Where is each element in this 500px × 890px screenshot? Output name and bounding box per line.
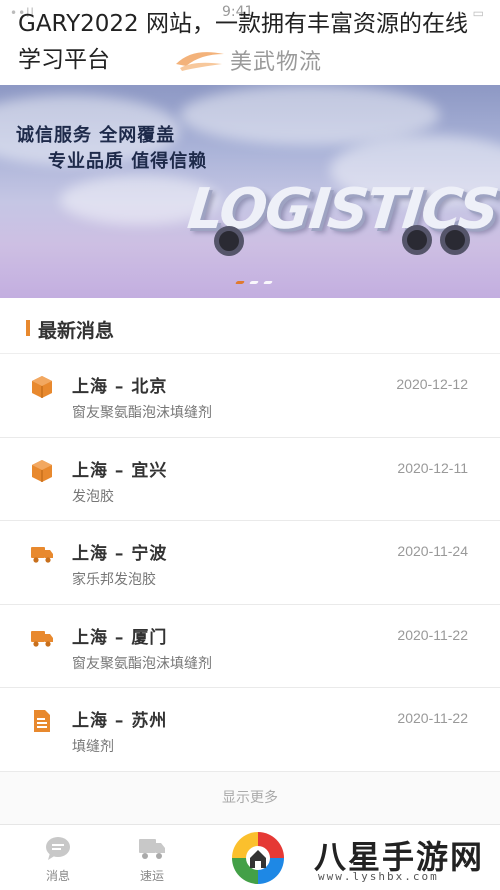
- document-icon: [34, 710, 50, 732]
- truck-icon: [139, 839, 165, 859]
- app-header: ••ll 9:41 ▭ 美武物流 GARY2022 网站，一款拥有丰富资源的在线…: [0, 0, 500, 85]
- news-description: 填缝剂: [72, 739, 114, 755]
- news-date: 2020-11-24: [397, 543, 468, 559]
- section-accent-bar: [26, 320, 30, 336]
- news-description: 窗友聚氨酯泡沫填缝剂: [72, 405, 212, 421]
- news-item[interactable]: 上海 – 宜兴 发泡胶 2020-12-11: [0, 438, 500, 521]
- wheel-icon: [214, 226, 244, 256]
- banner-slogan-1: 诚信服务 全网覆盖: [16, 125, 176, 146]
- truck-icon: [31, 547, 53, 563]
- wheel-icon: [440, 225, 470, 255]
- news-route: 上海 – 北京: [72, 377, 168, 397]
- news-description: 发泡胶: [72, 488, 114, 505]
- carousel-dot[interactable]: [249, 281, 259, 284]
- news-item[interactable]: 上海 – 厦门 窗友聚氨酯泡沫填缝剂 2020-11-22: [0, 605, 500, 688]
- package-icon: [32, 459, 52, 482]
- news-item[interactable]: 上海 – 宁波 家乐邦发泡胶 2020-11-24: [0, 521, 500, 605]
- news-date: 2020-11-22: [397, 626, 468, 643]
- carousel-indicator[interactable]: [235, 281, 273, 284]
- overlay-title: GARY2022 网站，一款拥有丰富资源的在线学习平台: [18, 11, 468, 73]
- carousel-dot[interactable]: [263, 281, 273, 284]
- news-route: 上海 – 厦门: [72, 627, 168, 648]
- tab-label: 速运: [139, 869, 164, 883]
- news-date: 2020-12-12: [396, 376, 468, 392]
- package-icon: [32, 376, 52, 398]
- news-item[interactable]: 上海 – 苏州 填缝剂 2020-11-22: [0, 688, 500, 772]
- watermark-logo-icon: [232, 832, 284, 884]
- tab-express[interactable]: 速运: [122, 835, 182, 884]
- message-icon: [46, 837, 70, 860]
- news-description: 窗友聚氨酯泡沫填缝剂: [72, 655, 212, 672]
- promo-banner[interactable]: 诚信服务 全网覆盖 专业品质 值得信赖 LOGISTICS: [0, 85, 500, 298]
- watermark-url: www.lyshbx.com: [318, 870, 439, 883]
- news-route: 上海 – 宜兴: [72, 460, 168, 481]
- carousel-dot[interactable]: [235, 281, 245, 284]
- news-date: 2020-11-22: [397, 710, 468, 726]
- news-date: 2020-12-11: [397, 459, 468, 476]
- news-description: 家乐邦发泡胶: [72, 572, 156, 588]
- tab-label: 消息: [45, 869, 70, 883]
- banner-slogan-2: 专业品质 值得信赖: [48, 151, 208, 172]
- show-more-button[interactable]: 显示更多: [0, 772, 500, 824]
- news-item[interactable]: 上海 – 北京 窗友聚氨酯泡沫填缝剂 2020-12-12: [0, 354, 500, 438]
- news-route: 上海 – 宁波: [72, 544, 168, 564]
- news-list: 上海 – 北京 窗友聚氨酯泡沫填缝剂 2020-12-12 上海 – 宜兴 发泡…: [0, 354, 500, 772]
- tab-messages[interactable]: 消息: [28, 835, 88, 884]
- news-section-title: 最新消息: [38, 320, 115, 342]
- truck-icon: [31, 630, 53, 647]
- news-route: 上海 – 苏州: [72, 711, 168, 731]
- news-section-header: 最新消息: [0, 298, 500, 354]
- wheel-icon: [402, 225, 432, 255]
